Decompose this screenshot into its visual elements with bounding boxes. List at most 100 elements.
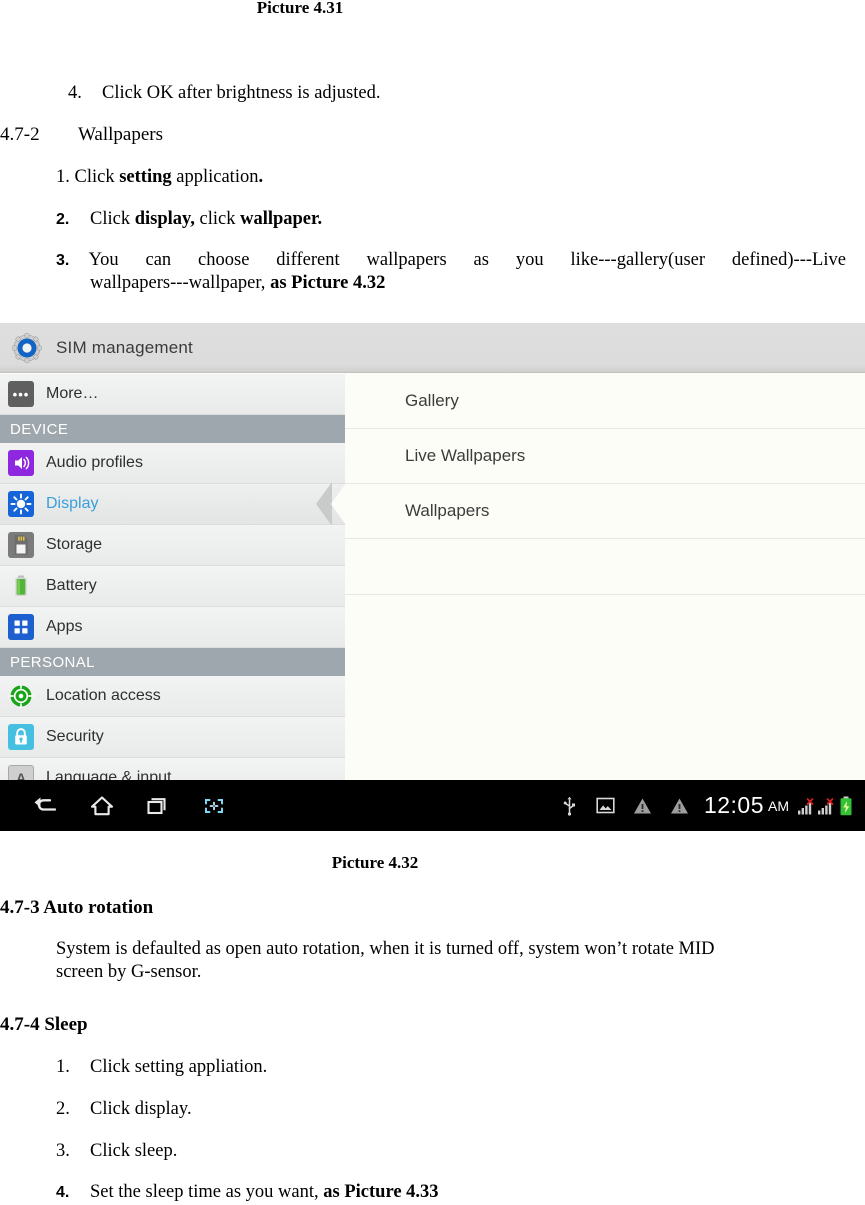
- list-item-number: 3.: [56, 252, 70, 269]
- sidebar-item-label: Battery: [46, 577, 97, 594]
- sdcard-icon: [8, 532, 34, 558]
- signal-no-sim-icon: [797, 797, 814, 814]
- sleep-step4-pre: Set the sleep time as you want,: [90, 1182, 324, 1202]
- sidebar-item-apps[interactable]: Apps: [0, 607, 345, 648]
- lock-icon: [8, 724, 34, 750]
- list-item: 2. Click display.: [56, 1098, 192, 1121]
- paragraph-line: System is defaulted as open auto rotatio…: [56, 939, 715, 959]
- detail-option-label: Gallery: [405, 391, 459, 410]
- word: choose: [198, 250, 250, 270]
- grid-apps-icon: [8, 614, 34, 640]
- step2-bold-display: display,: [134, 209, 195, 229]
- selection-pointer-icon: [331, 483, 345, 525]
- word: like---gallery(user: [570, 250, 706, 270]
- list-item: 3. Click sleep.: [56, 1140, 177, 1163]
- sidebar-item-language-input[interactable]: A Language & input: [0, 758, 345, 780]
- location-target-icon: [8, 683, 34, 709]
- step2-bold-wallpaper: wallpaper.: [240, 209, 323, 229]
- sidebar-section-label: PERSONAL: [10, 653, 95, 671]
- step1-pre: Click: [74, 167, 120, 187]
- figure-caption-bottom: Picture 4.32: [331, 853, 419, 872]
- screenshot-icon[interactable]: [186, 789, 242, 823]
- section-heading-4-7-2: 4.7-2 Wallpapers: [0, 123, 163, 146]
- sidebar-item-more[interactable]: ••• More…: [0, 374, 345, 415]
- step3-line2: wallpapers---wallpaper, as Picture 4.32: [90, 272, 846, 295]
- section-heading-4-7-4: 4.7-4 Sleep: [0, 1014, 88, 1035]
- sidebar-item-location-access[interactable]: Location access: [0, 676, 345, 717]
- status-clock: 12:05: [703, 792, 764, 818]
- list-item-number: 4.: [68, 83, 82, 103]
- word: wallpapers: [366, 250, 447, 270]
- list-item: 2. Click display, click wallpaper.: [56, 208, 322, 231]
- sidebar-item-security[interactable]: Security: [0, 717, 345, 758]
- recents-icon[interactable]: [130, 789, 186, 823]
- sidebar-section-personal: PERSONAL: [0, 648, 345, 676]
- figure-caption-top: Picture 4.31: [256, 0, 344, 17]
- sidebar-item-battery[interactable]: Battery: [0, 566, 345, 607]
- section-title: Wallpapers: [78, 124, 163, 145]
- screen-header-sim-management[interactable]: SIM management: [0, 323, 865, 373]
- android-settings-screenshot: SIM management ••• More… DEVICE Audio pr…: [0, 323, 865, 831]
- word: You: [88, 250, 119, 270]
- sidebar-item-label: Language & input: [46, 769, 172, 780]
- list-item-number: 1.: [56, 167, 70, 187]
- brightness-icon: [8, 491, 34, 517]
- list-item-text: Click sleep.: [90, 1141, 178, 1161]
- sim-gear-icon: [12, 332, 42, 363]
- step2-pre: Click: [90, 209, 135, 229]
- home-icon[interactable]: [74, 789, 130, 823]
- sidebar-item-label: Location access: [46, 687, 161, 704]
- status-meridiem: AM: [768, 797, 789, 814]
- section-heading-4-7-3: 4.7-3 Auto rotation: [0, 897, 154, 918]
- letter-a-icon: A: [8, 765, 34, 780]
- word: you: [515, 250, 544, 270]
- list-item: 4. Click OK after brightness is adjusted.: [68, 82, 380, 105]
- back-icon[interactable]: [18, 789, 74, 823]
- sidebar-item-audio-profiles[interactable]: Audio profiles: [0, 443, 345, 484]
- settings-sidebar[interactable]: ••• More… DEVICE Audio profiles Display …: [0, 374, 345, 780]
- step3-line2-pre: wallpapers---wallpaper,: [90, 273, 271, 293]
- word: defined)---Live: [731, 250, 846, 270]
- detail-option-wallpapers[interactable]: Wallpapers: [345, 484, 865, 539]
- android-navigation-bar: 12:05 AM: [0, 780, 865, 831]
- word: as: [473, 250, 489, 270]
- speaker-icon: [8, 450, 34, 476]
- usb-icon: [561, 796, 578, 816]
- list-item-number: 2.: [56, 211, 70, 228]
- image-icon: [596, 797, 615, 814]
- status-icon-area: 12:05 AM: [552, 780, 857, 831]
- sidebar-item-label: Security: [46, 728, 104, 745]
- sidebar-item-label: More…: [46, 385, 99, 402]
- sidebar-item-label: Display: [46, 495, 99, 512]
- sidebar-item-display[interactable]: Display: [0, 482, 345, 526]
- screen-header-title: SIM management: [56, 337, 193, 357]
- list-item-text: Click display.: [90, 1099, 192, 1119]
- sidebar-item-label: Apps: [46, 618, 83, 635]
- detail-option-gallery[interactable]: Gallery: [345, 374, 865, 429]
- detail-option-live-wallpapers[interactable]: Live Wallpapers: [345, 429, 865, 484]
- sidebar-section-device: DEVICE: [0, 415, 345, 443]
- sidebar-section-label: DEVICE: [10, 420, 69, 438]
- sidebar-item-label: Storage: [46, 536, 103, 553]
- detail-option-label: Live Wallpapers: [405, 446, 526, 465]
- sleep-step4-bold: as Picture 4.33: [323, 1182, 439, 1202]
- signal-no-sim-icon: [817, 797, 834, 814]
- list-item: 1. Click setting application.: [56, 166, 263, 189]
- wallpaper-chooser-panel[interactable]: Gallery Live Wallpapers Wallpapers: [345, 374, 865, 780]
- list-item-number: 3.: [56, 1141, 70, 1161]
- sidebar-item-storage[interactable]: Storage: [0, 525, 345, 566]
- section-number: 4.7-2: [0, 124, 40, 145]
- more-icon: •••: [8, 381, 34, 407]
- list-item: 1. Click setting appliation.: [56, 1056, 267, 1079]
- list-item: 3. You can choose different wallpapers a…: [56, 249, 846, 295]
- warning-triangle-icon: [633, 797, 652, 815]
- step1-bold: setting: [119, 167, 172, 187]
- list-item-text: Click setting appliation.: [90, 1057, 268, 1077]
- list-item-text: Click OK after brightness is adjusted.: [102, 83, 381, 103]
- paragraph-auto-rotation: System is defaulted as open auto rotatio…: [56, 938, 848, 984]
- paragraph-line: screen by G-sensor.: [56, 962, 202, 982]
- step1-post: application: [171, 167, 259, 187]
- step2-mid: click: [194, 209, 241, 229]
- list-item-number: 4.: [56, 1184, 70, 1201]
- battery-charging-icon: [839, 796, 853, 816]
